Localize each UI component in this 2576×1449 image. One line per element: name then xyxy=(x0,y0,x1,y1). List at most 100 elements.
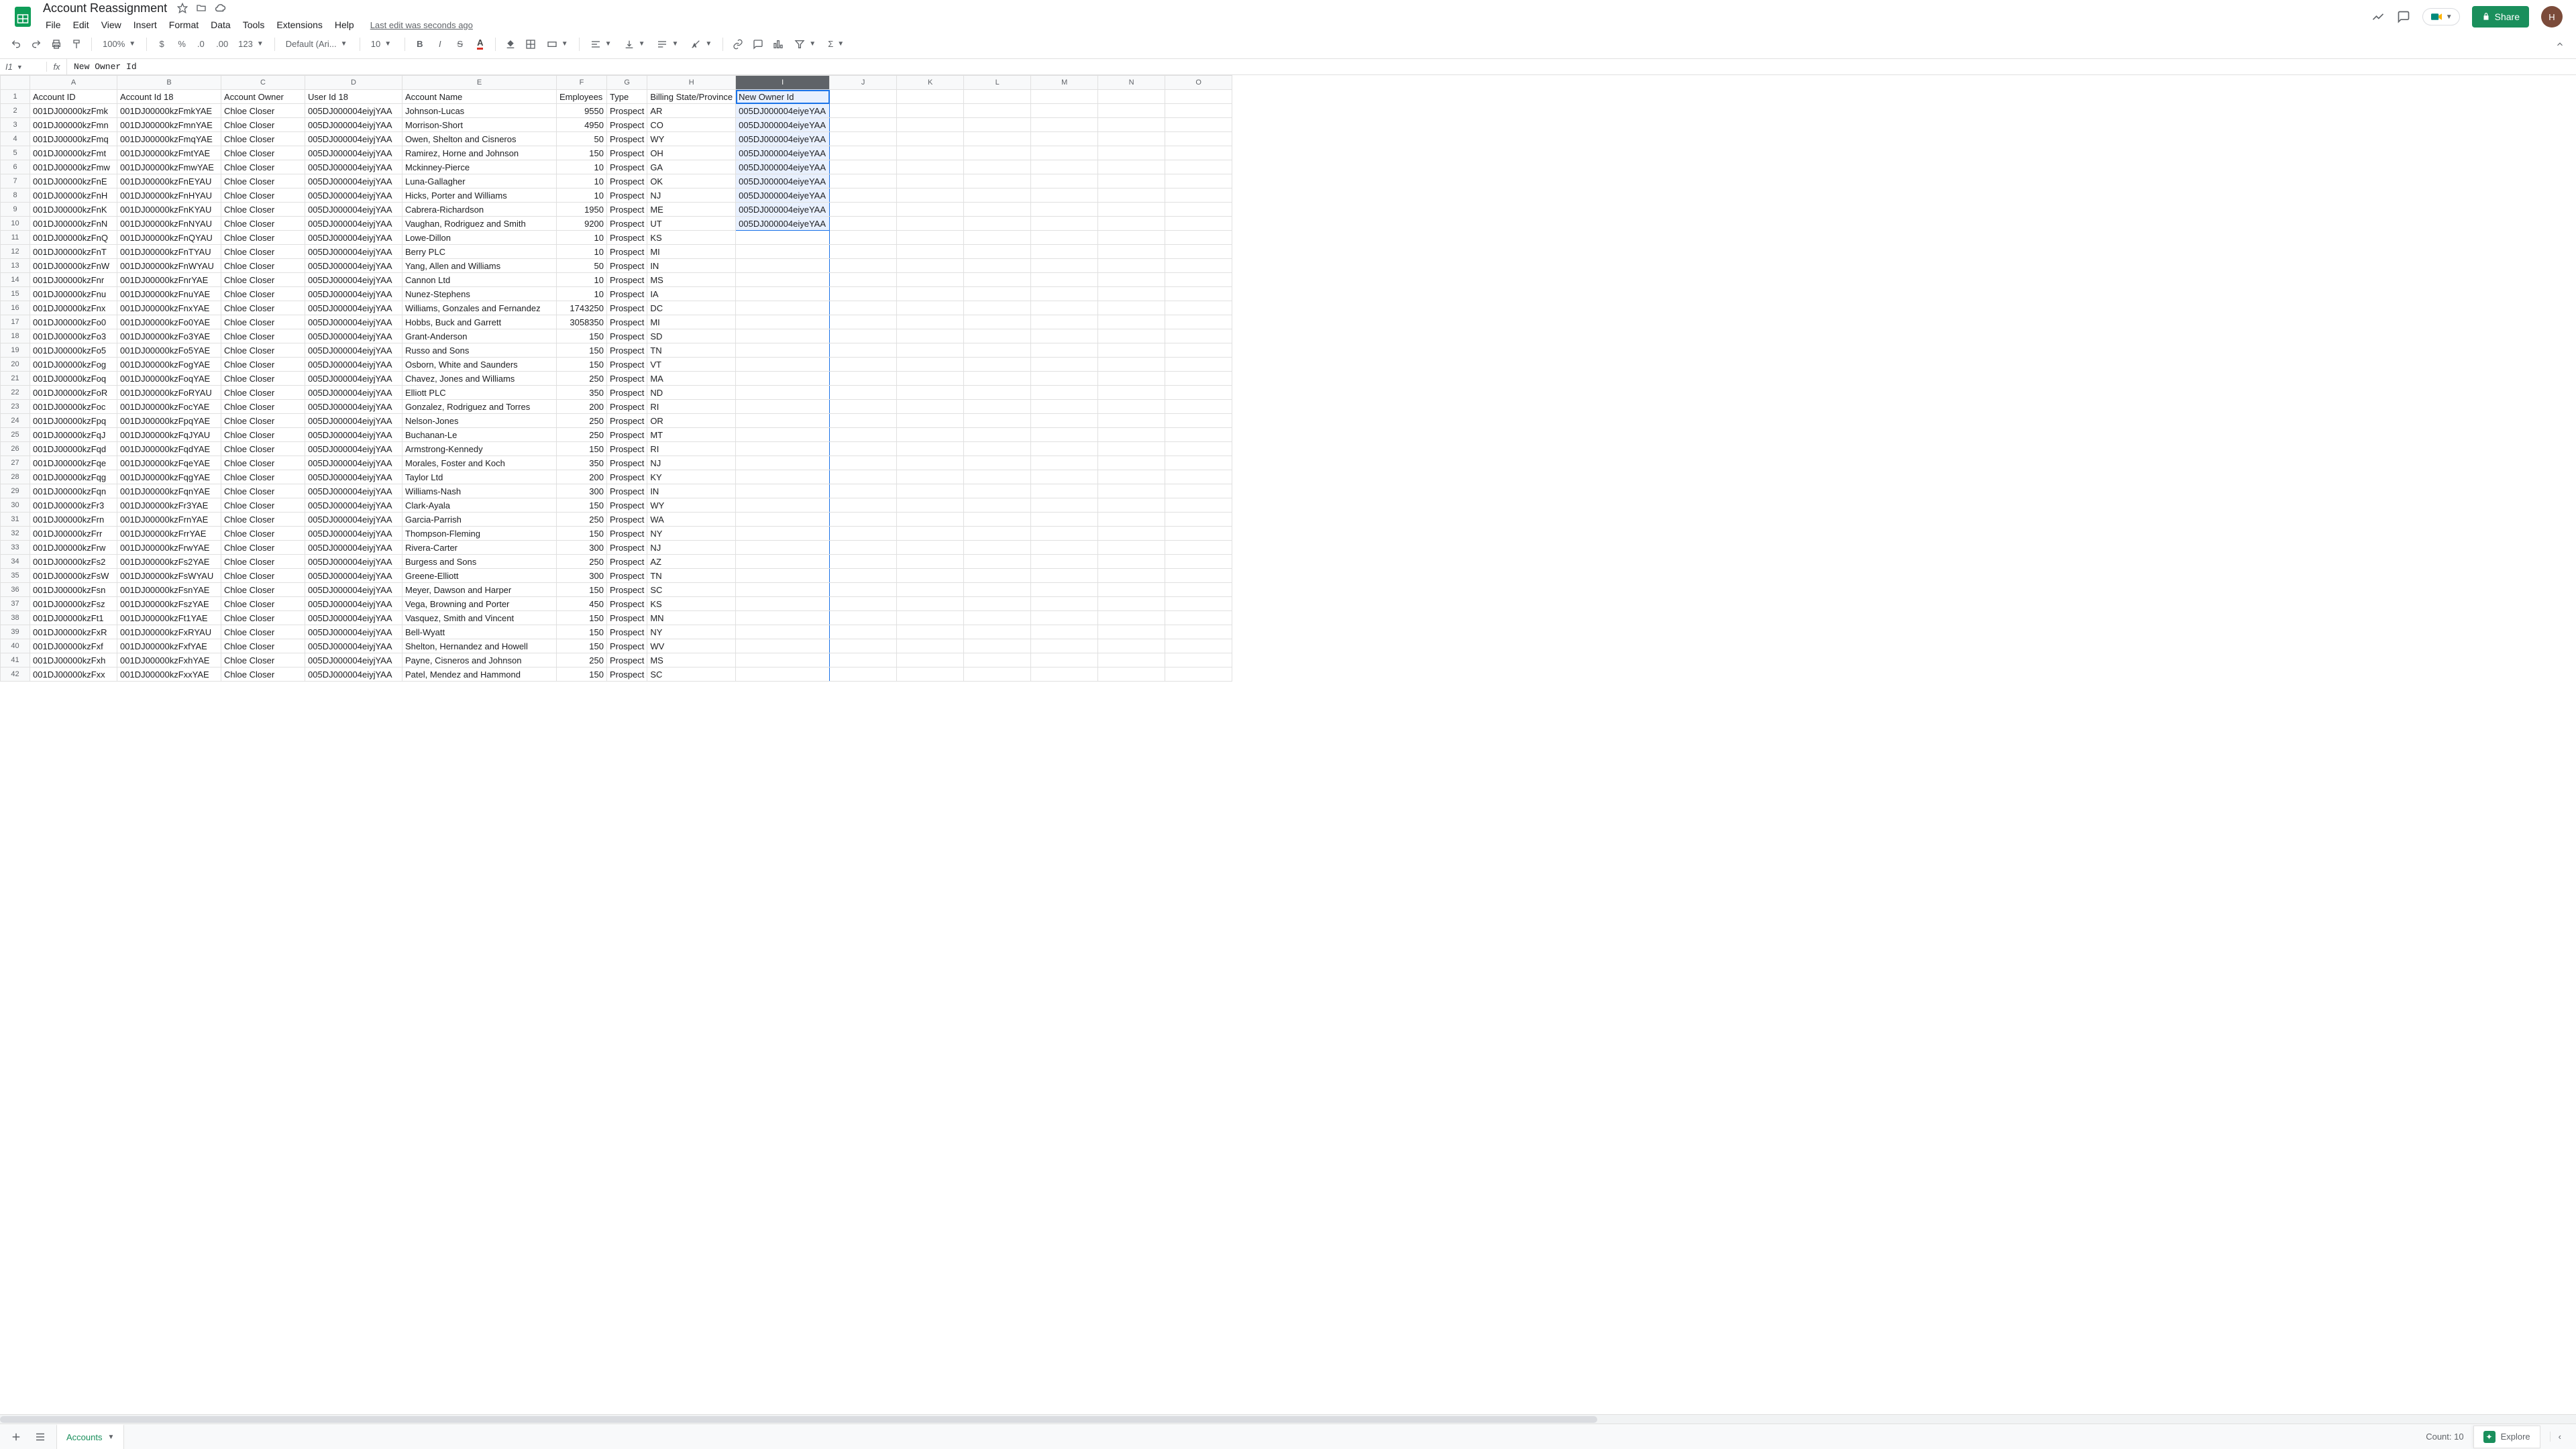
cell[interactable] xyxy=(964,203,1031,217)
cell[interactable] xyxy=(964,372,1031,386)
cell[interactable] xyxy=(1098,597,1165,611)
cell[interactable]: 005DJ000004eiyjYAA xyxy=(305,611,402,625)
cell[interactable]: Greene-Elliott xyxy=(402,569,557,583)
cell[interactable]: AR xyxy=(647,104,736,118)
row-header[interactable]: 26 xyxy=(1,442,30,456)
col-header-M[interactable]: M xyxy=(1031,76,1098,90)
cell[interactable]: 1950 xyxy=(557,203,607,217)
cell[interactable] xyxy=(1098,160,1165,174)
formula-input[interactable]: New Owner Id xyxy=(67,62,2576,72)
row-header[interactable]: 33 xyxy=(1,541,30,555)
cell[interactable]: 005DJ000004eiyjYAA xyxy=(305,372,402,386)
cell[interactable] xyxy=(897,174,964,189)
cell[interactable]: 005DJ000004eiyjYAA xyxy=(305,245,402,259)
cell[interactable] xyxy=(1098,527,1165,541)
cell[interactable]: 001DJ00000kzFog xyxy=(30,358,117,372)
redo-button[interactable] xyxy=(27,35,46,54)
cell[interactable] xyxy=(1031,527,1098,541)
cell[interactable]: 001DJ00000kzFmqYAE xyxy=(117,132,221,146)
cell[interactable] xyxy=(1165,217,1232,231)
row-header[interactable]: 17 xyxy=(1,315,30,329)
cell[interactable] xyxy=(897,301,964,315)
row-header[interactable]: 40 xyxy=(1,639,30,653)
col-header-C[interactable]: C xyxy=(221,76,305,90)
cell[interactable]: 001DJ00000kzFnrYAE xyxy=(117,273,221,287)
cell[interactable]: Chloe Closer xyxy=(221,189,305,203)
cell[interactable]: 10 xyxy=(557,245,607,259)
cell[interactable]: 001DJ00000kzFqJYAU xyxy=(117,428,221,442)
cell[interactable] xyxy=(1098,498,1165,513)
header-cell[interactable]: Account ID xyxy=(30,90,117,104)
cell[interactable]: 001DJ00000kzFo0 xyxy=(30,315,117,329)
cell[interactable] xyxy=(1098,104,1165,118)
cell[interactable] xyxy=(1165,513,1232,527)
cell[interactable]: 005DJ000004eiyjYAA xyxy=(305,189,402,203)
cell[interactable]: 001DJ00000kzFnH xyxy=(30,189,117,203)
cell[interactable] xyxy=(1098,583,1165,597)
cell[interactable] xyxy=(830,569,897,583)
cell[interactable]: Chloe Closer xyxy=(221,301,305,315)
cell[interactable]: Chavez, Jones and Williams xyxy=(402,372,557,386)
cell[interactable]: Prospect xyxy=(607,132,647,146)
cell[interactable]: 150 xyxy=(557,583,607,597)
cell[interactable]: WV xyxy=(647,639,736,653)
cell[interactable] xyxy=(964,428,1031,442)
row-header[interactable]: 36 xyxy=(1,583,30,597)
cell[interactable]: Owen, Shelton and Cisneros xyxy=(402,132,557,146)
cell[interactable] xyxy=(1031,132,1098,146)
row-header[interactable]: 38 xyxy=(1,611,30,625)
cell[interactable] xyxy=(830,470,897,484)
cell[interactable]: 001DJ00000kzFsWYAU xyxy=(117,569,221,583)
cell[interactable]: Prospect xyxy=(607,386,647,400)
cell[interactable]: 005DJ000004eiyjYAA xyxy=(305,428,402,442)
cell[interactable]: Chloe Closer xyxy=(221,639,305,653)
cell[interactable]: IA xyxy=(647,287,736,301)
cell[interactable] xyxy=(1165,400,1232,414)
cell[interactable] xyxy=(1031,287,1098,301)
cell[interactable]: Prospect xyxy=(607,146,647,160)
cell[interactable]: 005DJ000004eiyjYAA xyxy=(305,118,402,132)
cell[interactable]: 001DJ00000kzFsnYAE xyxy=(117,583,221,597)
cell[interactable] xyxy=(1165,541,1232,555)
cell[interactable]: NJ xyxy=(647,456,736,470)
cell[interactable]: 005DJ000004eiyjYAA xyxy=(305,442,402,456)
cell[interactable] xyxy=(1098,189,1165,203)
name-box[interactable]: I1▼ xyxy=(0,62,47,72)
row-header[interactable]: 37 xyxy=(1,597,30,611)
cell[interactable] xyxy=(897,639,964,653)
cell[interactable] xyxy=(830,583,897,597)
cell[interactable]: MA xyxy=(647,372,736,386)
cell[interactable]: 005DJ000004eiyjYAA xyxy=(305,273,402,287)
cell[interactable]: 005DJ000004eiyjYAA xyxy=(305,583,402,597)
functions-button[interactable]: Σ▼ xyxy=(822,35,849,54)
row-header[interactable]: 28 xyxy=(1,470,30,484)
cell[interactable]: 10 xyxy=(557,174,607,189)
cell[interactable]: GA xyxy=(647,160,736,174)
insert-chart-button[interactable] xyxy=(769,35,788,54)
cell[interactable] xyxy=(1031,569,1098,583)
cell[interactable] xyxy=(897,132,964,146)
cell[interactable] xyxy=(1165,315,1232,329)
collapse-toolbar-button[interactable] xyxy=(2551,35,2569,54)
cell[interactable]: MI xyxy=(647,245,736,259)
cell[interactable] xyxy=(964,470,1031,484)
cell[interactable] xyxy=(1031,189,1098,203)
cell[interactable]: Prospect xyxy=(607,639,647,653)
cell[interactable]: 001DJ00000kzFt1YAE xyxy=(117,611,221,625)
print-button[interactable] xyxy=(47,35,66,54)
cell[interactable]: Prospect xyxy=(607,329,647,343)
cell[interactable]: SC xyxy=(647,583,736,597)
cell[interactable]: IN xyxy=(647,259,736,273)
cell[interactable] xyxy=(964,541,1031,555)
cell[interactable]: 005DJ000004eiyjYAA xyxy=(305,498,402,513)
header-cell[interactable] xyxy=(1031,90,1098,104)
cell[interactable] xyxy=(736,245,830,259)
cell[interactable]: Chloe Closer xyxy=(221,386,305,400)
cell[interactable] xyxy=(1098,667,1165,682)
cell[interactable]: Chloe Closer xyxy=(221,470,305,484)
cell[interactable]: 005DJ000004eiyjYAA xyxy=(305,132,402,146)
cell[interactable] xyxy=(964,287,1031,301)
cell[interactable] xyxy=(830,358,897,372)
cell[interactable]: 005DJ000004eiyeYAA xyxy=(736,189,830,203)
cell[interactable] xyxy=(897,527,964,541)
